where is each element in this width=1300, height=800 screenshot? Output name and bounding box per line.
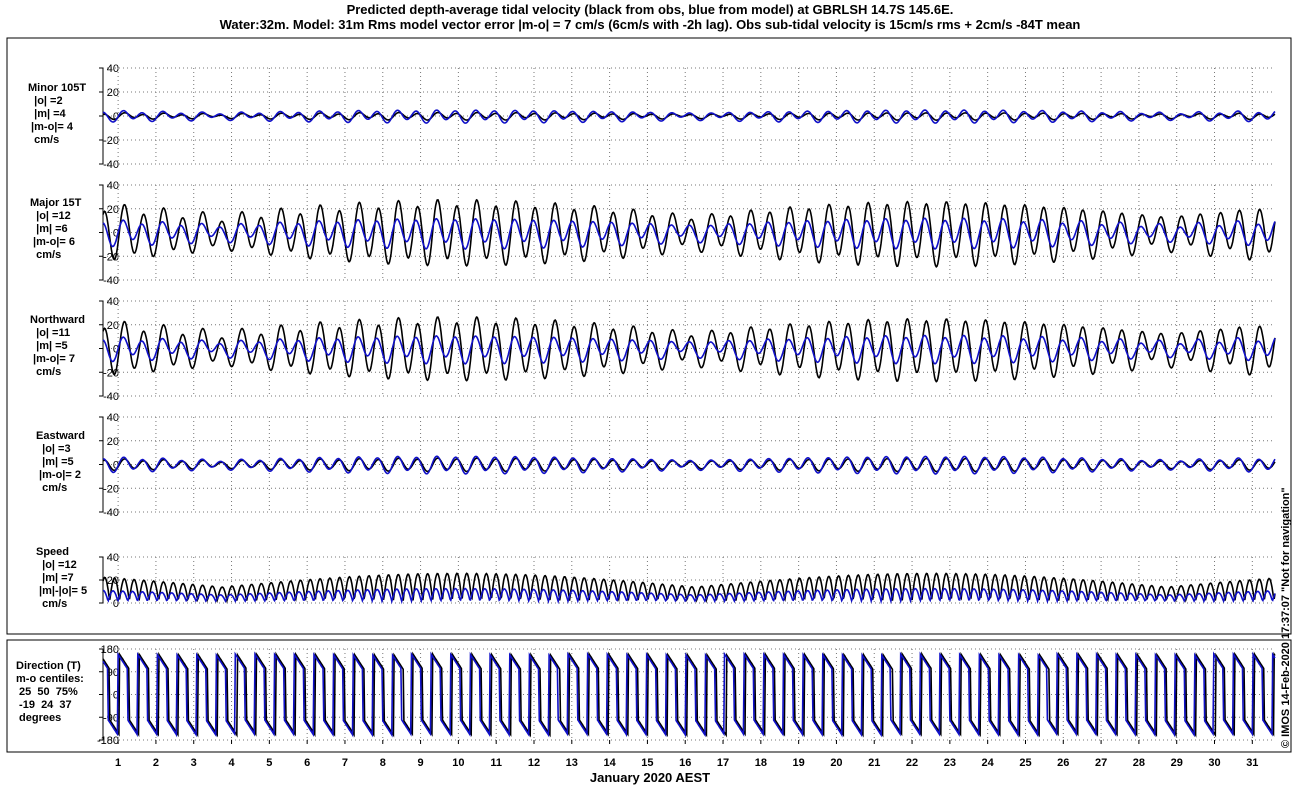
y-tick-label: -40 — [103, 275, 119, 287]
x-tick-label: 12 — [528, 757, 540, 769]
x-tick-label: 14 — [603, 757, 616, 769]
obs-series-line — [102, 572, 1276, 604]
y-tick-label: 40 — [107, 63, 119, 75]
x-tick-label: 16 — [679, 757, 691, 769]
y-tick-label: -40 — [103, 391, 119, 403]
panel-label-direction: Direction (T) m-o centiles: 25 50 75% -1… — [16, 660, 84, 724]
x-tick-label: 26 — [1057, 757, 1069, 769]
y-tick-label: 180 — [101, 644, 119, 656]
y-tick-label: -180 — [97, 735, 119, 747]
panel-label-minor: Minor 105T |o| =2 |m| =4 |m-o|= 4 cm/s — [28, 82, 87, 146]
x-tick-label: 24 — [982, 757, 995, 769]
x-tick-label: 8 — [380, 757, 386, 769]
x-tick-label: 23 — [944, 757, 956, 769]
panel-label-major: Major 15T |o| =12 |m| =6 |m-o|= 6 cm/s — [30, 197, 82, 261]
x-tick-label: 19 — [793, 757, 805, 769]
x-tick-label: 2 — [153, 757, 159, 769]
y-tick-label: 40 — [107, 180, 119, 192]
panel-label-eastward: Eastward |o| =3 |m| =5 |m-o|= 2 cm/s — [36, 430, 85, 494]
x-tick-label: 17 — [717, 757, 729, 769]
x-tick-label: 25 — [1019, 757, 1031, 769]
model-series-line — [102, 455, 1276, 475]
y-tick-label: -40 — [103, 159, 119, 171]
x-tick-label: 22 — [906, 757, 918, 769]
y-tick-label: -40 — [103, 507, 119, 519]
x-tick-label: 31 — [1246, 757, 1258, 769]
y-tick-label: 40 — [107, 412, 119, 424]
y-tick-label: 20 — [107, 320, 119, 332]
x-tick-label: 6 — [304, 757, 310, 769]
x-tick-label: 3 — [191, 757, 197, 769]
y-tick-label: 40 — [107, 296, 119, 308]
x-tick-label: 27 — [1095, 757, 1107, 769]
x-tick-label: 20 — [830, 757, 842, 769]
y-tick-label: 40 — [107, 552, 119, 564]
tidal-velocity-chart: -40-2002040-40-2002040-40-2002040-40-200… — [6, 37, 1292, 769]
panel-label-speed: Speed |o| =12 |m| =7 |m|-|o|= 5 cm/s — [36, 546, 88, 610]
x-tick-label: 5 — [266, 757, 272, 769]
y-tick-label: 20 — [107, 87, 119, 99]
obs-series-line — [102, 198, 1276, 268]
x-tick-label: 15 — [641, 757, 653, 769]
x-tick-label: 11 — [490, 757, 502, 769]
credit-text: © IMOS 14-Feb-2020 17:37:07 "Not for nav… — [1280, 487, 1292, 748]
x-tick-label: 29 — [1171, 757, 1183, 769]
x-tick-label: 28 — [1133, 757, 1145, 769]
y-tick-label: 20 — [107, 436, 119, 448]
x-tick-label: 18 — [755, 757, 767, 769]
x-tick-label: 1 — [115, 757, 121, 769]
y-tick-label: -20 — [103, 483, 119, 495]
panel-label-northward: Northward |o| =11 |m| =5 |m-o|= 7 cm/s — [30, 314, 85, 378]
x-tick-label: 9 — [418, 757, 424, 769]
x-tick-label: 4 — [228, 757, 235, 769]
x-tick-label: 13 — [566, 757, 578, 769]
x-tick-label: 10 — [452, 757, 464, 769]
x-tick-label: 21 — [868, 757, 880, 769]
x-tick-label: 7 — [342, 757, 348, 769]
y-tick-label: -20 — [103, 135, 119, 147]
x-axis-label: January 2020 AEST — [589, 770, 711, 785]
y-tick-label: 20 — [107, 204, 119, 216]
x-tick-label: 30 — [1208, 757, 1220, 769]
